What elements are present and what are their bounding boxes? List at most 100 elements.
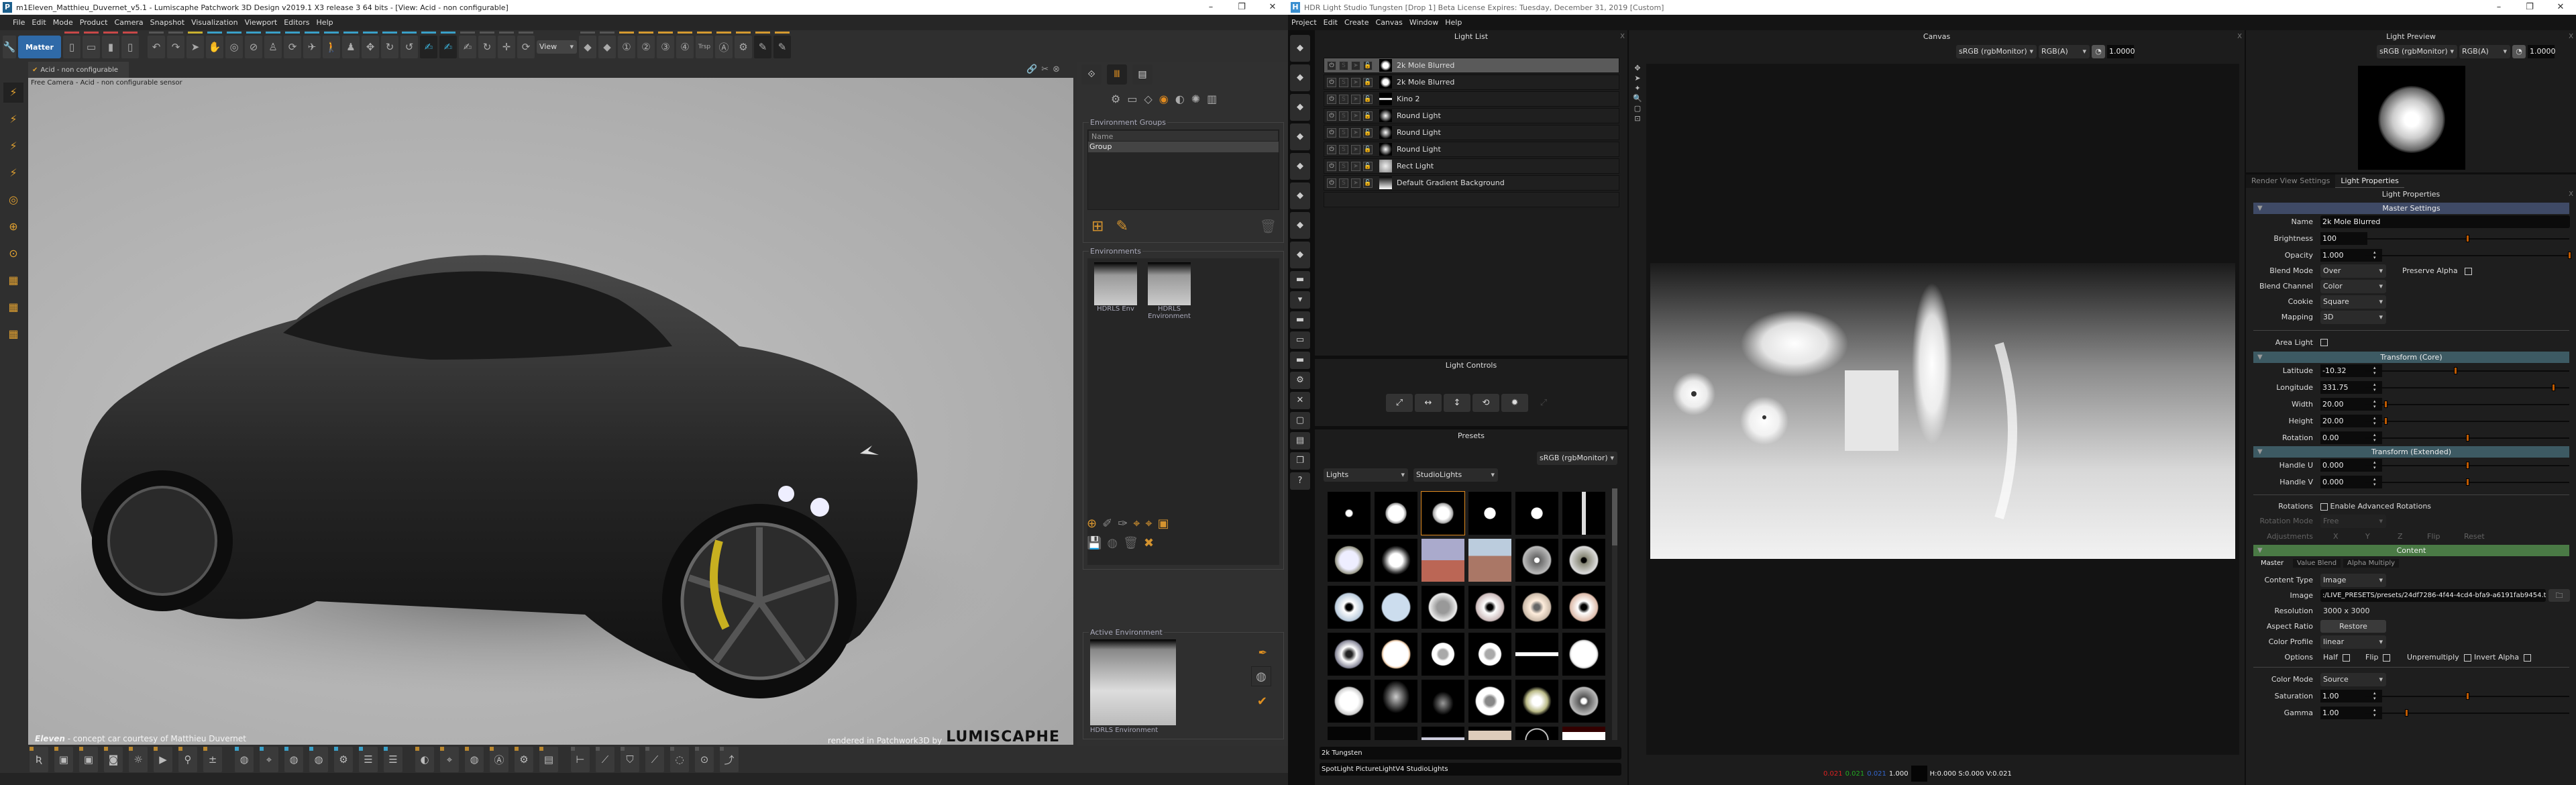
- frame-tool-icon[interactable]: ⊡: [1630, 114, 1645, 123]
- camera-1-icon[interactable]: ①: [618, 32, 635, 58]
- lock-icon[interactable]: 🔓: [1363, 127, 1373, 138]
- preset-subcategory-dropdown[interactable]: StudioLights: [1413, 468, 1498, 482]
- target-icon[interactable]: ◎: [3, 190, 23, 210]
- edit-group-icon[interactable]: ✎: [1116, 218, 1128, 235]
- lightning-3-icon[interactable]: ⚡: [3, 163, 23, 183]
- scene-tab-icon[interactable]: ⟐: [1081, 64, 1102, 85]
- light-list-item[interactable]: ⏻ S ➤ 🔓 Round Light: [1324, 108, 1619, 123]
- apply-check-icon[interactable]: ✔: [1257, 694, 1267, 709]
- list-steps-icon[interactable]: ☰: [359, 747, 378, 772]
- paint-cyan-icon[interactable]: ✍: [420, 32, 437, 58]
- hand-icon[interactable]: ✋: [206, 32, 223, 58]
- preset-item[interactable]: [1515, 633, 1558, 676]
- checkbox[interactable]: [2463, 653, 2471, 662]
- preset-item[interactable]: [1421, 539, 1464, 582]
- chart-2-icon[interactable]: ▦: [3, 297, 23, 317]
- paint-tool-icon[interactable]: ✦: [1630, 84, 1645, 93]
- latitude-slider[interactable]: [2365, 367, 2569, 374]
- rot_mode-dropdown[interactable]: Free: [2320, 515, 2386, 528]
- blend_channel-dropdown[interactable]: Color: [2320, 280, 2386, 293]
- preset-item[interactable]: [1328, 539, 1371, 582]
- measure-icon[interactable]: ⊢: [571, 747, 590, 772]
- lightning-icon[interactable]: ⚡: [3, 109, 23, 129]
- add-light-8-icon[interactable]: ◆: [1290, 242, 1310, 268]
- trash-icon[interactable]: 🗑: [1123, 536, 1138, 550]
- flip-option[interactable]: Flip: [2365, 653, 2391, 662]
- environment-item[interactable]: HDRLS Env: [1094, 262, 1137, 313]
- scale-horizontal-icon[interactable]: ↔: [1415, 394, 1442, 412]
- menu-create[interactable]: Create: [1341, 18, 1373, 27]
- blend_mode-dropdown[interactable]: Over: [2320, 264, 2386, 278]
- preset-item[interactable]: [1421, 633, 1464, 676]
- add-light-7-icon[interactable]: ◆: [1290, 212, 1310, 239]
- canvas-colorspace-dropdown[interactable]: sRGB (rgbMonitor): [1956, 45, 2037, 58]
- view-dropdown[interactable]: View: [537, 40, 577, 54]
- handle_v-slider[interactable]: [2365, 478, 2569, 486]
- close-viewport-icon[interactable]: ⊗: [1053, 64, 1060, 74]
- menu-viewport[interactable]: Viewport: [241, 18, 281, 27]
- light-list-item[interactable]: ⏻ S ➤ 🔓 2k Mole Blurred: [1324, 58, 1619, 73]
- location-2-icon[interactable]: ⌖: [1145, 517, 1152, 531]
- preset-item[interactable]: [1375, 633, 1417, 676]
- camera-next-icon[interactable]: ◆: [598, 32, 616, 58]
- new-file-icon[interactable]: ▯: [63, 32, 80, 58]
- location-pin-icon[interactable]: ⌖: [260, 747, 278, 772]
- folder-icon[interactable]: 🗀: [2548, 589, 2570, 602]
- gamma-slider[interactable]: [2365, 709, 2569, 717]
- master-section-header[interactable]: Master Settings: [2253, 203, 2569, 214]
- globe-pin-icon[interactable]: ◍: [284, 747, 303, 772]
- preset-item[interactable]: [1328, 492, 1371, 535]
- pan-cross-icon[interactable]: ✛: [498, 32, 515, 58]
- preview-channels-dropdown[interactable]: RGB(A): [2459, 45, 2510, 58]
- minimize-button[interactable]: –: [2483, 0, 2514, 15]
- mapping-dropdown[interactable]: 3D: [2320, 311, 2386, 324]
- preset-item[interactable]: [1562, 727, 1605, 740]
- grid-2-icon[interactable]: ▾: [1290, 291, 1310, 309]
- knife-2-icon[interactable]: ⟋: [645, 747, 664, 772]
- menu-visualization[interactable]: Visualization: [188, 18, 241, 27]
- remove-all-icon[interactable]: ✖: [1144, 536, 1154, 550]
- location-icon[interactable]: ⌖: [1133, 517, 1140, 531]
- zoom-icon[interactable]: ⊘: [245, 32, 262, 58]
- graph-icon[interactable]: ⤴: [720, 747, 739, 772]
- saturation-slider[interactable]: [2365, 692, 2569, 700]
- menu-window[interactable]: Window: [1406, 18, 1442, 27]
- paint-cyan-2-icon[interactable]: ✍: [439, 32, 457, 58]
- globe-a-icon[interactable]: Ⓐ: [490, 747, 508, 772]
- width-slider[interactable]: [2365, 401, 2569, 408]
- library-tab-icon[interactable]: Ⅲ: [1107, 64, 1127, 85]
- preset-item[interactable]: [1468, 539, 1511, 582]
- half-option[interactable]: Half: [2323, 653, 2350, 662]
- preset-item[interactable]: [1328, 680, 1371, 723]
- brightness-sun-icon[interactable]: ✹: [1501, 394, 1528, 412]
- scissors-icon[interactable]: ✂: [1041, 64, 1049, 74]
- dropper-location-icon[interactable]: ⌖: [440, 747, 459, 772]
- preset-item[interactable]: [1515, 680, 1558, 723]
- preview-exposure-field[interactable]: 1.0000: [2528, 45, 2556, 58]
- power-icon[interactable]: ⏻: [1327, 111, 1336, 121]
- pin-disc-icon[interactable]: ◍: [309, 747, 328, 772]
- slider-thumb[interactable]: [2404, 709, 2408, 717]
- solo-icon[interactable]: S: [1339, 144, 1348, 154]
- solo-icon[interactable]: S: [1339, 77, 1348, 87]
- content-section-header[interactable]: Content: [2253, 545, 2569, 556]
- move-axis-icon[interactable]: ✥: [362, 32, 379, 58]
- open-file-icon[interactable]: ▭: [83, 32, 100, 58]
- drop-tool-icon[interactable]: ◌: [670, 747, 689, 772]
- refresh-icon[interactable]: ⟳: [517, 32, 535, 58]
- content-tab-master[interactable]: Master: [2257, 559, 2288, 568]
- menu-editors[interactable]: Editors: [280, 18, 313, 27]
- light-list-item[interactable]: ⏻ S ➤ 🔓 Rect Light: [1324, 158, 1619, 174]
- color_profile-dropdown[interactable]: linear: [2320, 635, 2386, 649]
- power-icon[interactable]: ⏻: [1327, 77, 1336, 87]
- chart-icon[interactable]: ▦: [3, 270, 23, 291]
- help-icon[interactable]: ?: [1290, 472, 1310, 490]
- close-button[interactable]: ✕: [2545, 0, 2576, 15]
- lock-icon[interactable]: 🔓: [1363, 161, 1373, 171]
- add-group-icon[interactable]: ⊞: [1091, 218, 1104, 235]
- cookie-dropdown[interactable]: Square: [2320, 295, 2386, 309]
- canvas-exposure-field[interactable]: 1.0000: [2107, 45, 2135, 58]
- exposure-icon[interactable]: ◔: [2512, 45, 2526, 58]
- menu-edit[interactable]: Edit: [1320, 18, 1341, 27]
- solo-icon[interactable]: S: [1339, 94, 1348, 104]
